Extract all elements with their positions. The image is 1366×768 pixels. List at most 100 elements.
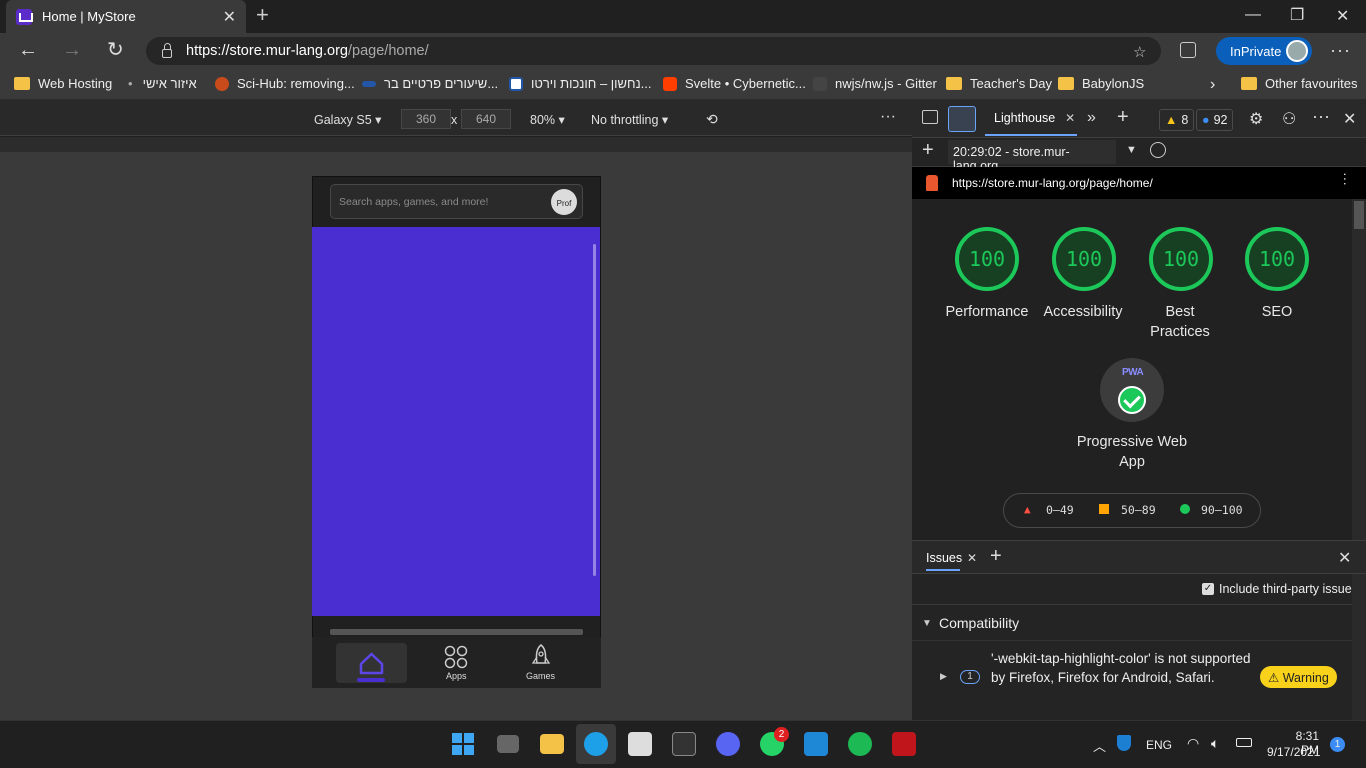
device-emulation-toggle-icon[interactable] xyxy=(948,106,976,132)
chevron-down-icon[interactable]: ▼ xyxy=(1126,144,1137,156)
bookmark-scihub[interactable]: Sci-Hub: removing... xyxy=(215,76,355,91)
minimize-button[interactable]: — xyxy=(1245,6,1261,24)
accessibility-score-gauge[interactable]: 100 xyxy=(1052,227,1116,291)
issues-scrollbar[interactable] xyxy=(1352,574,1366,720)
tray-chevron-icon[interactable]: ︿ xyxy=(1093,736,1106,755)
bookmark-web-hosting[interactable]: Web Hosting xyxy=(14,76,112,91)
performance-score-gauge[interactable]: 100 xyxy=(955,227,1019,291)
issue-text[interactable]: '-webkit-tap-highlight-color' is not sup… xyxy=(991,649,1253,687)
devtools-more-icon[interactable]: ··· xyxy=(1312,106,1330,127)
microsoft-store-icon[interactable] xyxy=(628,732,652,756)
new-report-icon[interactable]: + xyxy=(922,139,934,162)
device-more-icon[interactable]: ··· xyxy=(880,108,896,126)
close-window-button[interactable]: ✕ xyxy=(1336,6,1349,26)
inprivate-button[interactable]: InPrivate xyxy=(1216,37,1312,65)
other-favourites[interactable]: Other favourites xyxy=(1241,76,1358,91)
zoom-value: 80% xyxy=(530,113,556,127)
bookmark-label: Web Hosting xyxy=(38,76,113,91)
vscode-icon[interactable] xyxy=(804,732,828,756)
windows-start-icon[interactable] xyxy=(452,733,474,755)
bookmark-private-lessons[interactable]: שיעורים פרטיים בר... xyxy=(362,76,498,91)
bookmark-personal-area[interactable]: • איזור אישי xyxy=(128,76,197,91)
app-scrollbar[interactable] xyxy=(593,244,596,576)
volume-icon[interactable]: 🔈︎ xyxy=(1211,735,1219,752)
viewport-height-input[interactable]: 640 xyxy=(461,109,511,129)
app-hero-banner xyxy=(312,227,600,616)
bookmark-babylonjs[interactable]: BabylonJS xyxy=(1058,76,1144,91)
app-profile-avatar[interactable]: Prof xyxy=(551,189,577,215)
battery-icon[interactable] xyxy=(1236,738,1252,747)
task-view-icon[interactable] xyxy=(497,735,519,753)
address-bar[interactable]: https://store.mur-lang.org/page/home/ xyxy=(146,37,1161,65)
tab-issues[interactable]: Issues xyxy=(926,543,962,571)
defender-shield-icon[interactable] xyxy=(1117,735,1131,751)
edge-icon[interactable] xyxy=(584,732,608,756)
tab-close-icon[interactable]: ✕ xyxy=(223,7,236,27)
clear-reports-icon[interactable] xyxy=(1150,142,1166,158)
bookmark-label: נחשון – חונכות וירטו... xyxy=(531,76,652,91)
tab-lighthouse[interactable]: Lighthouse ✕ xyxy=(985,102,1077,136)
nav-home-button[interactable] xyxy=(336,643,407,683)
expand-issue-icon[interactable]: ▶ xyxy=(940,671,947,682)
mystore-favicon-icon xyxy=(16,8,32,25)
report-scrollbar-thumb[interactable] xyxy=(1354,201,1364,229)
expand-triangle-icon[interactable]: ▼ xyxy=(922,618,932,629)
add-favorite-star-icon[interactable]: ☆ xyxy=(1133,43,1146,61)
wifi-icon[interactable]: ◠ xyxy=(1187,735,1199,752)
app-search-input[interactable]: Search apps, games, and more! xyxy=(330,184,583,219)
settings-gear-icon[interactable]: ⚙ xyxy=(1249,109,1263,129)
device-select[interactable]: Galaxy S5 ▾ xyxy=(314,112,381,127)
rotate-icon[interactable]: ⟲ xyxy=(706,111,718,128)
add-drawer-tab-icon[interactable]: + xyxy=(990,545,1002,568)
issues-counter[interactable]: ● 92 xyxy=(1196,109,1234,131)
lock-icon[interactable] xyxy=(162,42,172,58)
best-practices-score-gauge[interactable]: 100 xyxy=(1149,227,1213,291)
close-issues-tab-icon[interactable]: ✕ xyxy=(967,551,977,565)
clock-date[interactable]: 9/17/2021 xyxy=(1267,745,1320,759)
add-tab-icon[interactable]: + xyxy=(1117,106,1129,129)
file-explorer-icon[interactable] xyxy=(540,734,564,754)
inspect-element-icon[interactable] xyxy=(922,110,938,124)
nav-apps-button[interactable] xyxy=(444,645,468,672)
collections-icon[interactable] xyxy=(1180,42,1196,58)
maximize-button[interactable]: ❐ xyxy=(1290,5,1304,25)
performance-label: Performance xyxy=(945,304,1029,320)
close-tab-icon[interactable]: ✕ xyxy=(1065,111,1075,125)
zoom-select[interactable]: 80% ▾ xyxy=(530,112,565,127)
bookmark-svelte[interactable]: Svelte • Cybernetic... xyxy=(663,76,806,91)
discord-icon[interactable] xyxy=(716,732,740,756)
more-tabs-chevron-icon[interactable]: » xyxy=(1087,109,1096,127)
bookmark-teachers-day[interactable]: Teacher's Day xyxy=(946,76,1052,91)
third-party-checkbox[interactable]: ✓ xyxy=(1202,583,1214,595)
warnings-counter[interactable]: ▲ 8 xyxy=(1159,109,1195,131)
bookmark-gitter[interactable]: nwjs/nw.js - Gitter xyxy=(813,76,937,91)
close-drawer-icon[interactable]: ✕ xyxy=(1338,548,1351,568)
bookmark-label: BabylonJS xyxy=(1082,76,1145,91)
browser-tab[interactable]: Home | MyStore ✕ xyxy=(6,0,246,33)
throttling-select[interactable]: No throttling ▾ xyxy=(591,112,668,127)
report-select[interactable]: 20:29:02 - store.mur-lang.org xyxy=(948,140,1116,173)
bookmarks-overflow-chevron-icon[interactable]: › xyxy=(1210,76,1215,94)
filezilla-icon[interactable] xyxy=(892,732,916,756)
forward-button[interactable]: → xyxy=(62,40,82,60)
viewport-width-input[interactable]: 360 xyxy=(401,109,451,129)
apps-grid-icon xyxy=(444,645,468,669)
language-indicator[interactable]: ENG xyxy=(1146,738,1172,752)
spotify-icon[interactable] xyxy=(848,732,872,756)
nav-games-button[interactable] xyxy=(530,643,552,672)
new-tab-button[interactable]: + xyxy=(256,4,269,26)
refresh-button[interactable]: ↻ xyxy=(107,40,124,60)
terminal-icon[interactable] xyxy=(672,732,696,756)
notification-count[interactable]: 1 xyxy=(1330,737,1345,752)
close-devtools-icon[interactable]: ✕ xyxy=(1343,109,1356,129)
back-button[interactable]: ← xyxy=(18,40,38,60)
app-horizontal-scrollbar[interactable] xyxy=(330,629,583,635)
bookmark-nachshon[interactable]: נחשון – חונכות וירטו... xyxy=(509,76,652,91)
seo-score-gauge[interactable]: 100 xyxy=(1245,227,1309,291)
drawer-tab-strip xyxy=(912,540,1366,574)
report-scrollbar[interactable] xyxy=(1352,199,1366,540)
customize-icon[interactable]: ⚇ xyxy=(1282,109,1296,129)
report-menu-icon[interactable]: ··· xyxy=(1338,172,1354,186)
lighthouse-report-url[interactable]: https://store.mur-lang.org/page/home/ xyxy=(952,176,1153,190)
browser-menu-icon[interactable]: ··· xyxy=(1330,40,1351,61)
